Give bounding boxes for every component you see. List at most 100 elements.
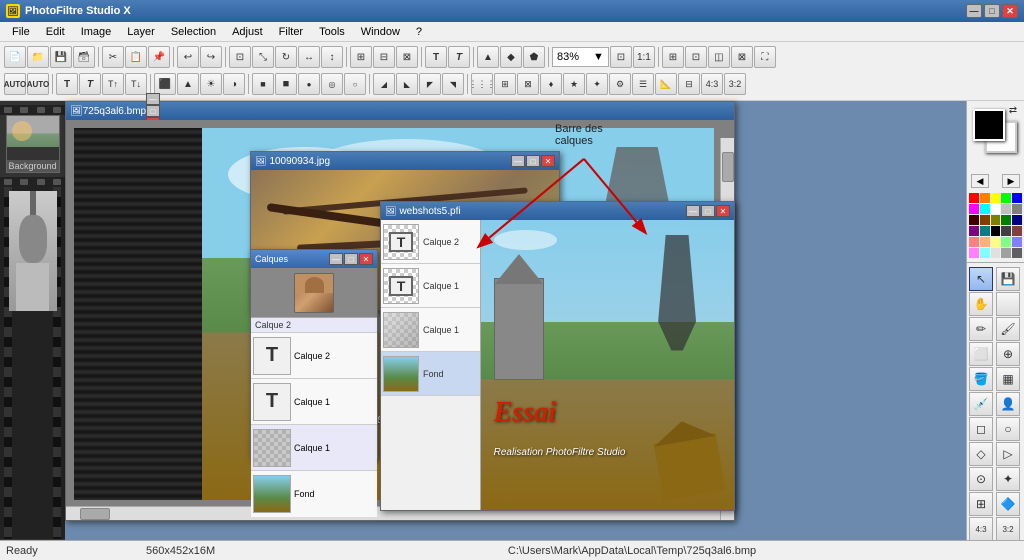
tb2-t3[interactable]: T↑: [102, 73, 124, 95]
tb-save[interactable]: 💾: [50, 46, 72, 68]
tb2-auto1[interactable]: AUTO: [4, 73, 26, 95]
tb-undo[interactable]: ↩: [177, 46, 199, 68]
tb-zoom-actual[interactable]: 1:1: [633, 46, 655, 68]
layer-item-calque1-img[interactable]: Calque 1: [381, 308, 480, 352]
menu-selection[interactable]: Selection: [163, 24, 224, 40]
tb2-t4[interactable]: T↓: [125, 73, 147, 95]
tb2-extra6[interactable]: ☰: [632, 73, 654, 95]
film-item-1[interactable]: Background: [6, 115, 60, 173]
tb2-drop1[interactable]: ◢: [373, 73, 395, 95]
palette-color[interactable]: [1001, 237, 1011, 247]
palette-color[interactable]: [991, 204, 1001, 214]
tb2-extra10[interactable]: 3:2: [724, 73, 746, 95]
layer-item-fond[interactable]: Fond: [381, 352, 480, 396]
tool-hand[interactable]: ✋: [969, 292, 993, 316]
tool-fill[interactable]: 🪣: [969, 367, 993, 391]
menu-window[interactable]: Window: [353, 24, 408, 40]
tb-redo[interactable]: ↪: [200, 46, 222, 68]
palette-color[interactable]: [969, 215, 979, 225]
tb-sel-none[interactable]: ⊟: [373, 46, 395, 68]
tb-crop[interactable]: ⊡: [229, 46, 251, 68]
tb-fullscreen[interactable]: ⛶: [754, 46, 776, 68]
tb-paste[interactable]: 📌: [148, 46, 170, 68]
menu-help[interactable]: ?: [408, 24, 430, 40]
layer-item-calque1-text[interactable]: T Calque 1: [381, 264, 480, 308]
palette-color[interactable]: [1001, 248, 1011, 258]
tb-copy[interactable]: 📋: [125, 46, 147, 68]
tb-saveall[interactable]: 🗃: [73, 46, 95, 68]
palette-next[interactable]: ▶: [1002, 174, 1020, 188]
palette-color[interactable]: [969, 226, 979, 236]
zoom-input[interactable]: [557, 51, 593, 63]
tb2-extra2[interactable]: ♦: [540, 73, 562, 95]
tb2-brush1[interactable]: ●: [298, 73, 320, 95]
tb-flip-h[interactable]: ↔: [298, 46, 320, 68]
palette-color[interactable]: [969, 248, 979, 258]
palette-color[interactable]: [991, 248, 1001, 258]
tb-view3[interactable]: ◫: [708, 46, 730, 68]
tool-select[interactable]: ↖: [969, 267, 993, 291]
tb2-light[interactable]: ☀: [200, 73, 222, 95]
palette-color[interactable]: [969, 193, 979, 203]
tb-shape1[interactable]: ▲: [477, 46, 499, 68]
close-button[interactable]: ✕: [1002, 4, 1018, 18]
tb-cut[interactable]: ✂: [102, 46, 124, 68]
tool-extra2[interactable]: 🔷: [996, 492, 1020, 516]
tb2-grid2[interactable]: ⊞: [494, 73, 516, 95]
palette-color[interactable]: [1001, 226, 1011, 236]
palette-color[interactable]: [991, 226, 1001, 236]
tb2-extra7[interactable]: 📐: [655, 73, 677, 95]
layers-palette-close[interactable]: ✕: [359, 253, 373, 265]
tool-extra1[interactable]: ⊞: [969, 492, 993, 516]
tool-brush[interactable]: 🖌: [996, 317, 1020, 341]
tb2-drop2[interactable]: ◣: [396, 73, 418, 95]
palette-color[interactable]: [980, 237, 990, 247]
tb2-drop3[interactable]: ◤: [419, 73, 441, 95]
layers-palette-calque1-img[interactable]: Calque 1: [251, 425, 377, 471]
palette-prev[interactable]: ◀: [971, 174, 989, 188]
tb-sel-all[interactable]: ⊞: [350, 46, 372, 68]
tb2-extra1[interactable]: ⊠: [517, 73, 539, 95]
palette-color[interactable]: [980, 204, 990, 214]
jpg-close[interactable]: ✕: [541, 155, 555, 167]
tb2-extra3[interactable]: ★: [563, 73, 585, 95]
menu-adjust[interactable]: Adjust: [224, 24, 271, 40]
tb-sel-inv[interactable]: ⊠: [396, 46, 418, 68]
palette-color[interactable]: [1012, 226, 1022, 236]
palette-color[interactable]: [1012, 215, 1022, 225]
tb-view2[interactable]: ⊡: [685, 46, 707, 68]
layers-palette-fond[interactable]: Fond: [251, 471, 377, 517]
tb2-extra5[interactable]: ⚙: [609, 73, 631, 95]
tb2-t2[interactable]: T: [79, 73, 101, 95]
pfi-maximize[interactable]: □: [701, 205, 715, 217]
jpg-maximize[interactable]: □: [526, 155, 540, 167]
palette-color[interactable]: [1012, 248, 1022, 258]
pfi-close[interactable]: ✕: [716, 205, 730, 217]
palette-color[interactable]: [980, 193, 990, 203]
tb-shape2[interactable]: ◆: [500, 46, 522, 68]
layers-palette-calque2[interactable]: T Calque 2: [251, 333, 377, 379]
palette-color[interactable]: [1012, 204, 1022, 214]
tool-circle-shape[interactable]: ○: [996, 417, 1020, 441]
maximize-button[interactable]: □: [984, 4, 1000, 18]
menu-tools[interactable]: Tools: [311, 24, 353, 40]
tool-gradient[interactable]: ▦: [996, 367, 1020, 391]
tool-polygon[interactable]: ◇: [969, 442, 993, 466]
tb2-auto2[interactable]: AUTO: [27, 73, 49, 95]
tb-resize[interactable]: ⤡: [252, 46, 274, 68]
tb2-brush-size-dec[interactable]: ■: [252, 73, 274, 95]
palette-color[interactable]: [1001, 215, 1011, 225]
tb2-brush3[interactable]: ○: [344, 73, 366, 95]
tool-portrait[interactable]: 👤: [996, 392, 1020, 416]
tb2-extra4[interactable]: ✦: [586, 73, 608, 95]
tb2-t1[interactable]: T: [56, 73, 78, 95]
palette-color[interactable]: [980, 215, 990, 225]
menu-filter[interactable]: Filter: [271, 24, 311, 40]
tb2-brush-size-inc[interactable]: ■: [275, 73, 297, 95]
tb-new[interactable]: 📄: [4, 46, 26, 68]
tb2-grid[interactable]: ⋮⋮⋮: [471, 73, 493, 95]
pfi-window[interactable]: 🖼 webshots5.pfi — □ ✕: [380, 201, 735, 511]
layers-palette-calque1[interactable]: T Calque 1: [251, 379, 377, 425]
layers-palette-max[interactable]: □: [344, 253, 358, 265]
zoom-dropdown-icon[interactable]: ▼: [593, 51, 604, 63]
